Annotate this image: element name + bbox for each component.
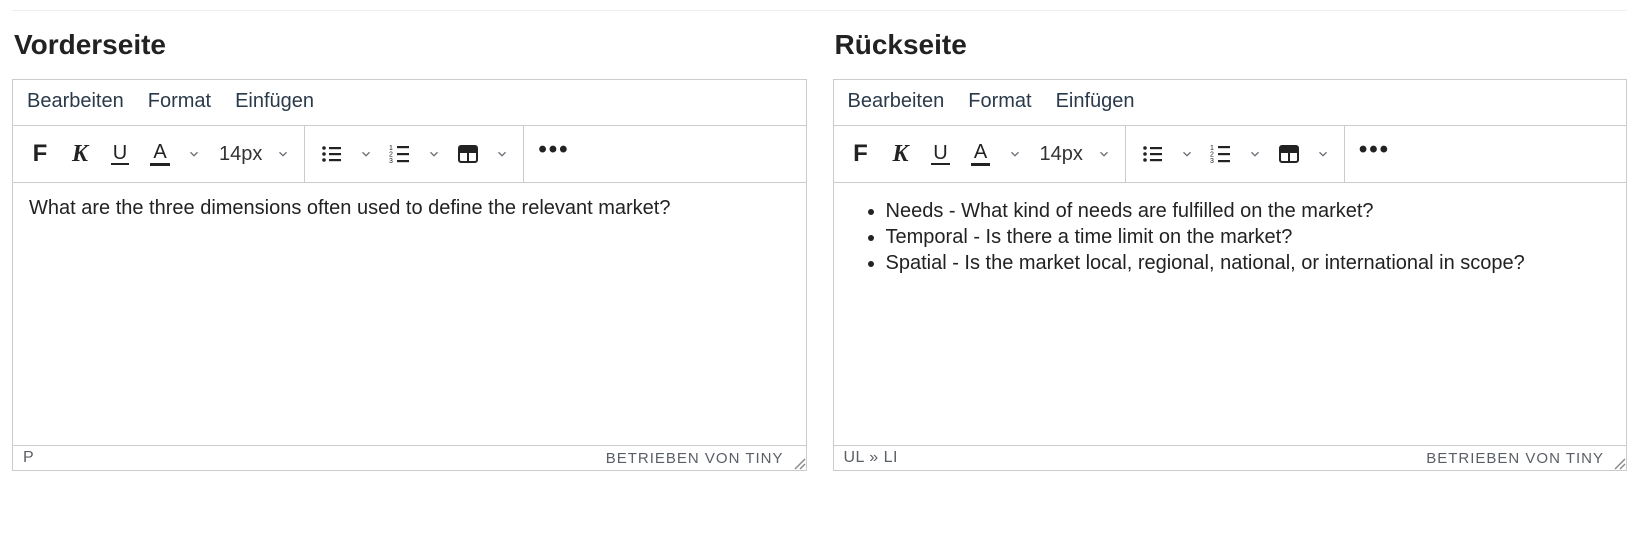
chevron-down-icon [1008,147,1022,161]
chevron-down-icon [359,147,373,161]
italic-icon: K [72,141,88,168]
font-size-label[interactable]: 14px [1032,143,1087,166]
menu-format[interactable]: Format [968,90,1031,113]
numbered-list-button[interactable]: 1 2 3 [383,134,417,174]
numbered-list-icon: 1 2 3 [1209,142,1233,166]
front-menubar: Bearbeiten Format Einfügen [13,80,806,126]
font-size-label[interactable]: 14px [211,143,266,166]
numbered-list-button[interactable]: 1 2 3 [1204,134,1238,174]
table-button[interactable] [451,134,485,174]
bold-button[interactable]: F [23,134,57,174]
text-color-button[interactable]: A [964,134,998,174]
back-content-list: Needs - What kind of needs are fulfilled… [850,200,1611,275]
numbered-list-dropdown[interactable] [1244,134,1266,174]
powered-by-label[interactable]: BETRIEBEN VON TINY [1426,450,1616,467]
bullet-list-button[interactable] [1136,134,1170,174]
svg-text:3: 3 [389,158,393,165]
back-panel: Rückseite Bearbeiten Format Einfügen F K… [833,19,1628,471]
menu-insert[interactable]: Einfügen [1056,90,1135,113]
front-title: Vorderseite [14,29,807,61]
back-content[interactable]: Needs - What kind of needs are fulfilled… [834,183,1627,445]
more-button[interactable]: ••• [1355,134,1394,174]
front-statusbar: P BETRIEBEN VON TINY [13,445,806,470]
powered-by-label[interactable]: BETRIEBEN VON TINY [606,450,796,467]
chevron-down-icon [1248,147,1262,161]
resize-handle[interactable] [792,456,806,470]
front-panel: Vorderseite Bearbeiten Format Einfügen F… [12,19,807,471]
font-size-dropdown[interactable] [272,134,294,174]
italic-icon: K [892,141,908,168]
underline-button[interactable]: U [103,134,137,174]
element-path[interactable]: UL » LI [844,449,899,467]
underline-button[interactable]: U [924,134,958,174]
back-statusbar: UL » LI BETRIEBEN VON TINY [834,445,1627,470]
list-item: Needs - What kind of needs are fulfilled… [886,200,1611,223]
bold-button[interactable]: F [844,134,878,174]
italic-button[interactable]: K [63,134,97,174]
list-item: Spatial - Is the market local, regional,… [886,252,1611,275]
back-editor: Bearbeiten Format Einfügen F K U A 14px [833,79,1628,471]
chevron-down-icon [1180,147,1194,161]
table-button[interactable] [1272,134,1306,174]
menu-edit[interactable]: Bearbeiten [848,90,945,113]
text-color-dropdown[interactable] [1004,134,1026,174]
bullet-list-dropdown[interactable] [355,134,377,174]
numbered-list-icon: 1 2 3 [388,142,412,166]
text-color-button[interactable]: A [143,134,177,174]
font-size-dropdown[interactable] [1093,134,1115,174]
chevron-down-icon [1316,147,1330,161]
menu-insert[interactable]: Einfügen [235,90,314,113]
text-color-icon: A [150,142,169,166]
bullet-list-icon [320,142,344,166]
bold-icon: F [33,140,48,168]
resize-icon [792,456,806,470]
front-editor: Bearbeiten Format Einfügen F K U A 14px [12,79,807,471]
list-item: Temporal - Is there a time limit on the … [886,226,1611,249]
underline-icon: U [931,143,949,165]
front-content[interactable]: What are the three dimensions often used… [13,183,806,445]
bullet-list-dropdown[interactable] [1176,134,1198,174]
text-color-dropdown[interactable] [183,134,205,174]
menu-format[interactable]: Format [148,90,211,113]
front-content-text: What are the three dimensions often used… [29,197,670,219]
resize-icon [1612,456,1626,470]
front-toolbar: F K U A 14px [13,126,806,183]
svg-text:3: 3 [1210,158,1214,165]
back-menubar: Bearbeiten Format Einfügen [834,80,1627,126]
more-button[interactable]: ••• [534,134,573,174]
text-color-icon: A [971,142,990,166]
bullet-list-button[interactable] [315,134,349,174]
chevron-down-icon [187,147,201,161]
numbered-list-dropdown[interactable] [423,134,445,174]
menu-edit[interactable]: Bearbeiten [27,90,124,113]
chevron-down-icon [495,147,509,161]
table-dropdown[interactable] [1312,134,1334,174]
bold-icon: F [853,140,868,168]
back-title: Rückseite [835,29,1628,61]
table-icon [1277,142,1301,166]
italic-button[interactable]: K [884,134,918,174]
chevron-down-icon [1097,147,1111,161]
table-dropdown[interactable] [491,134,513,174]
element-path[interactable]: P [23,449,34,467]
chevron-down-icon [427,147,441,161]
table-icon [456,142,480,166]
chevron-down-icon [276,147,290,161]
underline-icon: U [111,143,129,165]
bullet-list-icon [1141,142,1165,166]
resize-handle[interactable] [1612,456,1626,470]
back-toolbar: F K U A 14px [834,126,1627,183]
